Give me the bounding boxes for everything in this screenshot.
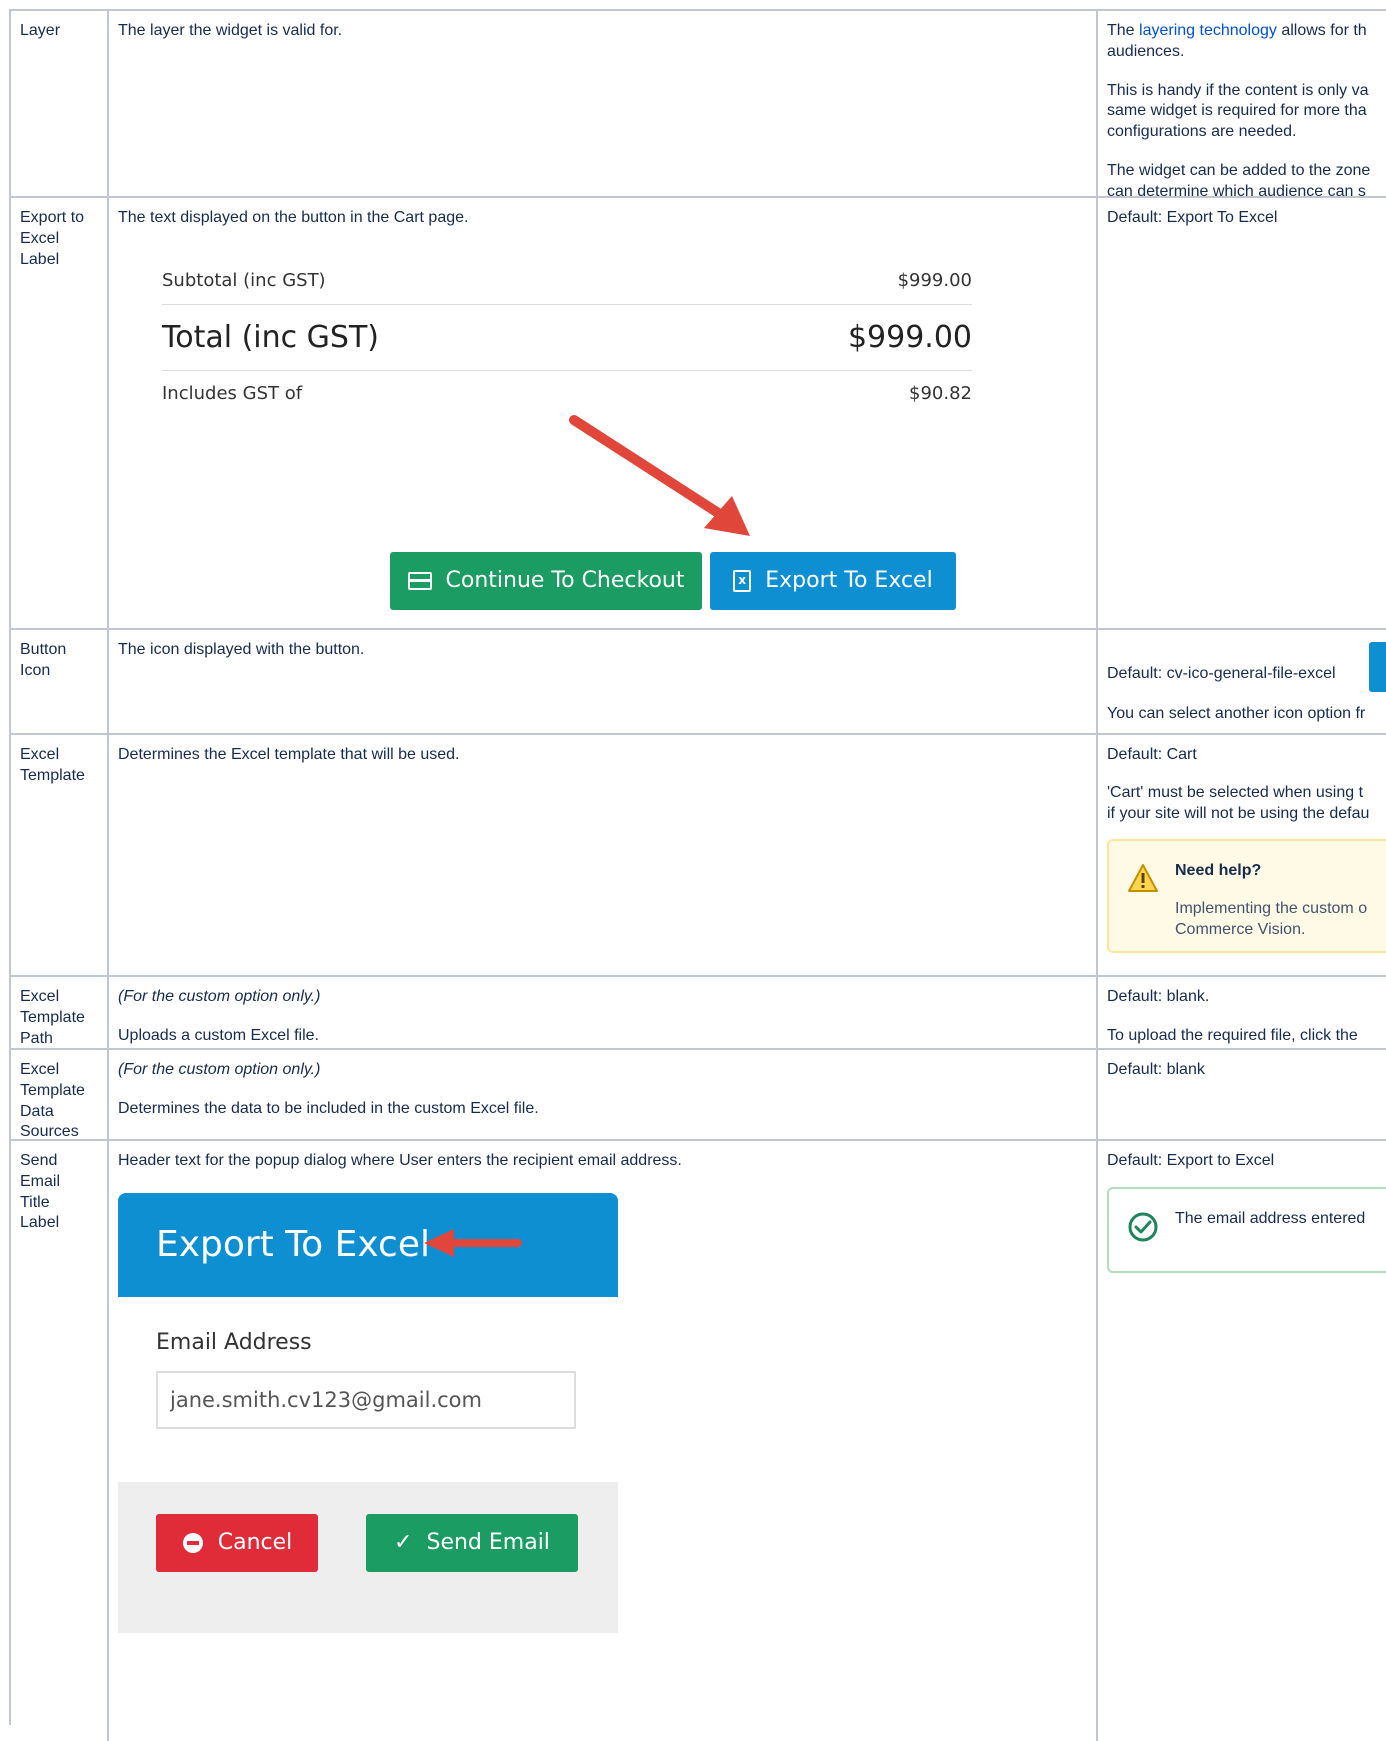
email-success-panel: The email address entered [1107, 1187, 1386, 1273]
subtotal-label: Subtotal (inc GST) [162, 270, 326, 291]
need-help-panel: Need help? Implementing the custom o Comm… [1107, 839, 1386, 953]
dialog-header: Export To Excel [118, 1193, 618, 1297]
total-label: Total (inc GST) [162, 320, 380, 355]
row-description: Header text for the popup dialog where U… [109, 1141, 1098, 1741]
checkmark-icon: ✓ [394, 1529, 413, 1555]
arrow-annotation-icon [424, 1229, 522, 1257]
row-name: Button Icon [11, 630, 109, 733]
card-icon [407, 572, 432, 590]
table-row-template-path: Excel Template Path (For the custom opti… [11, 977, 1386, 1050]
continue-to-checkout-button[interactable]: Continue To Checkout [390, 552, 702, 610]
table-row-send-email-title: Send Email Title Label Header text for t… [11, 1141, 1386, 1741]
default-title-text: Default: Export to Excel [1107, 1152, 1275, 1169]
row-notes: Default: blank. To upload the required f… [1107, 988, 1358, 1044]
need-help-title: Need help? [1175, 862, 1262, 879]
row-name: Layer [11, 11, 109, 196]
cart-summary-screenshot: Subtotal (inc GST) $999.00 Total (inc GS… [134, 250, 1054, 630]
table-row-excel-template: Excel Template Determines the Excel temp… [11, 735, 1386, 977]
row-name: Excel Template Data Sources [11, 1050, 109, 1140]
icon-option-text: You can select another icon option fr [1107, 705, 1366, 722]
row-name: Send Email Title Label [11, 1141, 109, 1741]
row-name: Excel Template [11, 735, 109, 975]
email-input[interactable] [156, 1371, 576, 1429]
send-email-button[interactable]: ✓ Send Email [366, 1514, 578, 1572]
dialog-footer: Cancel ✓ Send Email [118, 1482, 618, 1633]
row-description: (For the custom option only.) Determines… [109, 1050, 1098, 1139]
table-row-button-icon: Button Icon The icon displayed with the … [11, 630, 1386, 735]
email-label: Email Address [156, 1330, 312, 1355]
check-circle-icon [1128, 1212, 1158, 1242]
table-row-export-label: Export to Excel Label The text displayed… [11, 198, 1386, 630]
row-description: The text displayed on the button in the … [109, 198, 1098, 628]
row-notes: Default: Export To Excel [1107, 209, 1278, 226]
table-row-template-data-sources: Excel Template Data Sources (For the cus… [11, 1050, 1386, 1141]
default-icon-text: Default: cv-ico-general-file-excel [1107, 665, 1336, 682]
default-template-text: Default: Cart [1107, 746, 1197, 763]
table-row-layer: Layer The layer the widget is valid for.… [11, 11, 1386, 200]
dialog-body: Email Address [118, 1297, 618, 1482]
email-dialog-screenshot: Export To Excel Email Address Cancel [118, 1193, 618, 1633]
subtotal-value: $999.00 [897, 270, 972, 291]
success-message: The email address entered [1175, 1210, 1366, 1227]
excel-button-preview-icon [1369, 642, 1386, 692]
layering-technology-link[interactable]: layering technology [1139, 22, 1277, 39]
row-name: Excel Template Path [11, 977, 109, 1048]
row-description: The layer the widget is valid for. [109, 11, 1098, 196]
row-notes: Default: blank [1107, 1061, 1205, 1078]
export-to-excel-button[interactable]: x Export To Excel [710, 552, 956, 610]
row-description: Determines the Excel template that will … [109, 735, 1098, 975]
row-notes: Default: Export to Excel The email addre… [1098, 1141, 1386, 1741]
row-notes: The layering technology allows for th aud… [1107, 22, 1371, 200]
cancel-button[interactable]: Cancel [156, 1514, 318, 1572]
gst-value: $90.82 [909, 383, 972, 404]
gst-label: Includes GST of [162, 383, 303, 404]
properties-table: Layer The layer the widget is valid for.… [9, 9, 1386, 1741]
row-name: Export to Excel Label [11, 198, 109, 628]
excel-file-icon: x [733, 570, 752, 592]
total-value: $999.00 [847, 320, 972, 355]
minus-circle-icon [182, 1533, 203, 1553]
dialog-title: Export To Excel [156, 1223, 430, 1265]
row-description: The icon displayed with the button. [109, 630, 1098, 733]
arrow-annotation-icon [569, 415, 750, 536]
warning-icon [1128, 864, 1158, 892]
row-notes: Default: cv-ico-general-file-excel You c… [1098, 630, 1386, 733]
row-description: (For the custom option only.) Uploads a … [109, 977, 1098, 1048]
row-notes: Default: Cart 'Cart' must be selected wh… [1098, 735, 1386, 975]
